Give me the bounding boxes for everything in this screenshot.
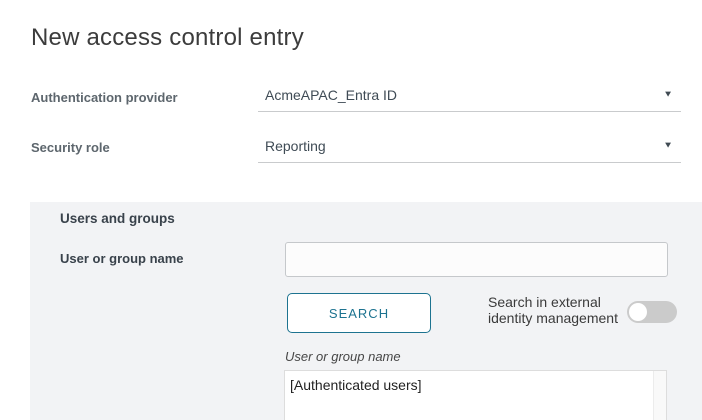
security-role-select[interactable]: Reporting ▼: [258, 129, 681, 163]
user-or-group-name-label: User or group name: [60, 251, 184, 266]
results-listbox[interactable]: [Authenticated users]: [284, 370, 667, 420]
security-role-value: Reporting: [265, 138, 663, 154]
users-and-groups-panel: Users and groups User or group name SEAR…: [30, 202, 702, 420]
authentication-provider-label: Authentication provider: [31, 90, 178, 105]
chevron-down-icon: ▼: [663, 141, 673, 150]
user-or-group-name-input[interactable]: [285, 242, 668, 277]
new-access-control-entry-page: New access control entry Authentication …: [0, 0, 702, 420]
search-button[interactable]: SEARCH: [287, 293, 431, 333]
external-identity-toggle[interactable]: [627, 301, 677, 323]
security-role-label: Security role: [31, 140, 110, 155]
chevron-down-icon: ▼: [663, 90, 673, 99]
authentication-provider-value: AcmeAPAC_Entra ID: [265, 87, 663, 103]
toggle-knob: [629, 303, 647, 321]
page-title: New access control entry: [31, 24, 304, 52]
authentication-provider-select[interactable]: AcmeAPAC_Entra ID ▼: [258, 78, 681, 112]
users-and-groups-section-title: Users and groups: [60, 211, 175, 226]
scrollbar[interactable]: [653, 371, 666, 420]
external-identity-toggle-label: Search in external identity management: [488, 294, 642, 326]
list-item[interactable]: [Authenticated users]: [290, 375, 650, 395]
results-list-header: User or group name: [285, 349, 401, 364]
